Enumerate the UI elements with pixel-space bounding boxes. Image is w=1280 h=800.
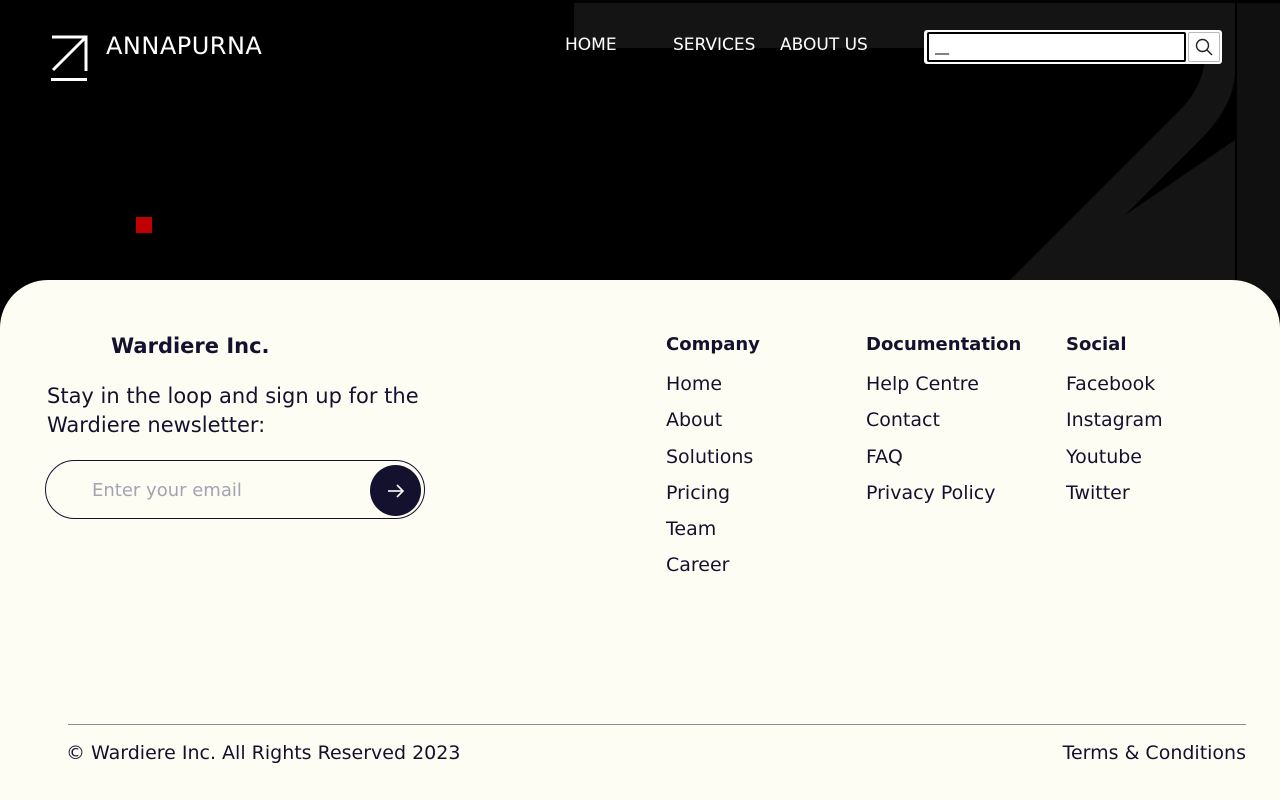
footer-column-company: Company Home About Solutions Pricing Tea… xyxy=(666,334,760,589)
footer-link-facebook[interactable]: Facebook xyxy=(1066,373,1155,395)
nav-home[interactable]: HOME xyxy=(565,35,617,55)
arrow-up-right-logo-icon xyxy=(51,35,88,81)
nav-services[interactable]: SERVICES xyxy=(673,35,755,55)
documentation-links: Help Centre Contact FAQ Privacy Policy xyxy=(866,371,1021,516)
footer-link-contact[interactable]: Contact xyxy=(866,409,940,431)
email-input[interactable] xyxy=(92,475,362,505)
footer-link-instagram[interactable]: Instagram xyxy=(1066,409,1163,431)
footer-column-documentation: Documentation Help Centre Contact FAQ Pr… xyxy=(866,334,1021,516)
arrow-right-icon xyxy=(387,483,404,498)
social-links: Facebook Instagram Youtube Twitter xyxy=(1066,371,1163,516)
nav-about-us[interactable]: ABOUT US xyxy=(780,35,868,55)
search-bar xyxy=(924,30,1222,64)
footer-link-youtube[interactable]: Youtube xyxy=(1066,446,1142,468)
footer-link-twitter[interactable]: Twitter xyxy=(1066,482,1130,504)
column-title-documentation: Documentation xyxy=(866,334,1022,355)
site-footer: Wardiere Inc. Stay in the loop and sign … xyxy=(0,280,1280,800)
footer-column-social: Social Facebook Instagram Youtube Twitte… xyxy=(1066,334,1163,516)
company-links: Home About Solutions Pricing Team Career xyxy=(666,371,760,589)
newsletter-text: Stay in the loop and sign up for the War… xyxy=(47,384,419,437)
column-title-company: Company xyxy=(666,334,760,355)
newsletter-form xyxy=(45,460,425,519)
brand-name: ANNAPURNA xyxy=(106,32,263,60)
footer-link-pricing[interactable]: Pricing xyxy=(666,482,730,504)
footer-link-team[interactable]: Team xyxy=(666,518,716,540)
footer-divider xyxy=(68,724,1246,725)
red-square-marker xyxy=(136,217,152,233)
footer-link-privacy-policy[interactable]: Privacy Policy xyxy=(866,482,995,504)
footer-link-help-centre[interactable]: Help Centre xyxy=(866,373,979,395)
footer-link-solutions[interactable]: Solutions xyxy=(666,446,753,468)
terms-and-conditions-link[interactable]: Terms & Conditions xyxy=(1063,742,1246,764)
copyright-text: © Wardiere Inc. All Rights Reserved 2023 xyxy=(66,742,461,764)
brand-logo[interactable]: ANNAPURNA xyxy=(50,32,263,84)
newsletter-submit-button[interactable] xyxy=(370,465,421,516)
search-button[interactable] xyxy=(1188,32,1220,62)
footer-brand-name: Wardiere Inc. xyxy=(111,334,270,358)
footer-link-home[interactable]: Home xyxy=(666,373,722,395)
footer-link-faq[interactable]: FAQ xyxy=(866,446,903,468)
column-title-social: Social xyxy=(1066,334,1127,355)
footer-link-career[interactable]: Career xyxy=(666,554,730,576)
hero-section: ANNAPURNA HOME SERVICES ABOUT US xyxy=(0,0,1280,300)
footer-link-about[interactable]: About xyxy=(666,409,722,431)
search-input[interactable] xyxy=(927,32,1186,62)
search-icon xyxy=(1195,38,1213,56)
